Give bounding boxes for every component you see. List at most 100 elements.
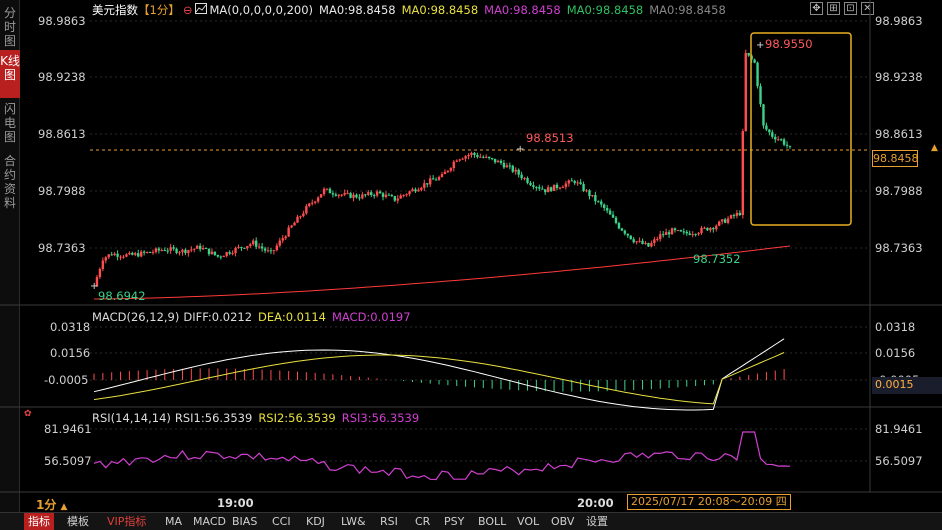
macd-current-tag: 0.0015	[872, 377, 942, 394]
tab-template[interactable]: 模板	[63, 513, 93, 530]
kline-chart[interactable]: + + +	[0, 0, 942, 530]
svg-text:+: +	[756, 40, 764, 51]
candle-body	[626, 233, 629, 236]
candle-body	[564, 183, 568, 187]
candle-body	[635, 241, 638, 243]
candle-body	[260, 246, 264, 249]
candle-body	[611, 214, 615, 218]
candle-body	[237, 246, 240, 248]
candle-body	[393, 196, 397, 201]
tab-boll[interactable]: BOLL	[474, 513, 510, 530]
candle-body	[455, 160, 458, 162]
candle-body	[591, 194, 594, 197]
candle-body	[709, 227, 712, 231]
candle-body	[228, 252, 231, 254]
settings-dot-icon[interactable]: ✿	[24, 409, 32, 419]
candle-body	[771, 132, 774, 137]
candle-body	[476, 154, 479, 157]
candle-body	[390, 195, 394, 197]
candle-body	[573, 181, 576, 184]
candle-body	[402, 194, 405, 196]
candle-body	[647, 242, 650, 247]
period-selector[interactable]: 1分 ▲	[36, 496, 67, 513]
candle-body	[715, 225, 718, 230]
candle-body	[505, 165, 509, 168]
tab-psy[interactable]: PSY	[440, 513, 468, 530]
candle-body	[629, 235, 632, 240]
candle-body	[508, 165, 512, 167]
candle-body	[567, 180, 571, 184]
tab-cr[interactable]: CR	[411, 513, 434, 530]
candle-body	[623, 230, 627, 234]
rsi-header: RSI(14,14,14)	[92, 411, 171, 425]
tab-bias[interactable]: BIAS	[228, 513, 261, 530]
tab-ma[interactable]: MA	[161, 513, 186, 530]
candle-body	[570, 180, 573, 182]
candle-body	[700, 227, 703, 234]
candle-body	[464, 156, 467, 159]
candle-body	[240, 246, 243, 248]
candle-body	[546, 187, 550, 193]
candle-body	[535, 187, 538, 189]
tab-kdj[interactable]: KDJ	[302, 513, 329, 530]
candle-body	[352, 194, 355, 198]
low-price-label: 98.6942	[98, 289, 146, 303]
rsi-value-3: RSI3:56.3539	[341, 411, 420, 425]
candle-body	[706, 227, 709, 231]
candle-body	[762, 104, 765, 126]
candle-body	[694, 234, 697, 236]
candle-body	[779, 139, 783, 141]
candle-body	[774, 136, 777, 140]
candle-body	[470, 152, 473, 155]
candle-body	[688, 233, 691, 235]
tab-rsi[interactable]: RSI	[376, 513, 402, 530]
tab-vip-indicator[interactable]: VIP指标	[103, 513, 150, 530]
candle-body	[434, 179, 438, 181]
candle-body	[172, 247, 175, 249]
candle-body	[275, 245, 279, 251]
candle-body	[157, 248, 161, 251]
indicator-toolbar: 指标 模板 VIP指标 MA MACD BIAS CCI KDJ LW& RSI…	[0, 512, 942, 530]
candle-body	[561, 186, 565, 188]
tab-vol[interactable]: VOL	[513, 513, 543, 530]
tab-macd[interactable]: MACD	[189, 513, 230, 530]
candle-body	[302, 213, 305, 217]
candle-body	[703, 227, 706, 229]
candle-body	[408, 191, 411, 195]
candle-body	[723, 219, 727, 223]
candle-body	[729, 215, 733, 219]
candle-body	[638, 240, 641, 242]
candle-body	[234, 247, 237, 254]
candle-body	[585, 190, 588, 192]
candle-body	[125, 254, 128, 257]
candle-body	[163, 250, 166, 252]
candle-body	[520, 174, 523, 179]
candle-body	[526, 178, 529, 183]
candle-body	[278, 240, 281, 246]
time-tick: 19:00	[217, 496, 254, 510]
candle-body	[340, 194, 343, 196]
candle-body	[184, 249, 187, 254]
candle-body	[644, 242, 647, 244]
candle-body	[113, 253, 116, 256]
tab-lw[interactable]: LW&	[337, 513, 370, 530]
candle-body	[204, 248, 208, 250]
candle-body	[753, 59, 756, 63]
candle-body	[685, 231, 688, 234]
candle-body	[437, 176, 441, 180]
candle-body	[529, 182, 532, 186]
candle-body	[255, 240, 258, 247]
candle-body	[429, 178, 432, 185]
candle-body	[387, 194, 391, 196]
candle-body	[154, 248, 158, 253]
tab-cci[interactable]: CCI	[268, 513, 295, 530]
candle-body	[691, 234, 694, 236]
tab-obv[interactable]: OBV	[547, 513, 578, 530]
candle-body	[375, 191, 379, 196]
candle-body	[726, 218, 730, 223]
tab-indicator[interactable]: 指标	[24, 513, 54, 530]
tab-settings[interactable]: 设置	[582, 513, 612, 530]
high-price-label: 98.9550	[765, 37, 813, 51]
candle-body	[396, 198, 399, 201]
candle-body	[308, 203, 311, 207]
